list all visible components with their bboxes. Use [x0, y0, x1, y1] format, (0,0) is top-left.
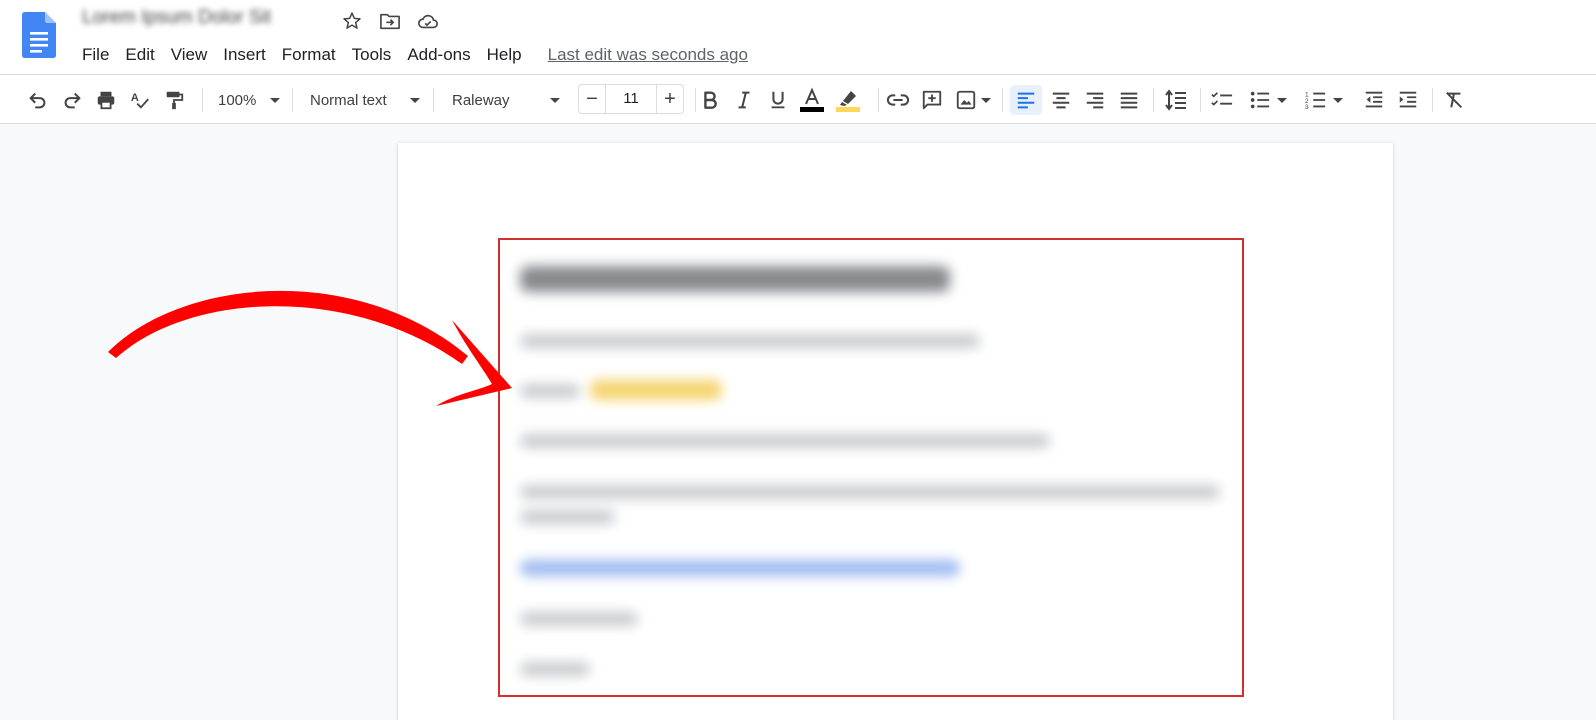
zoom-dropdown[interactable]: 100% [214, 87, 284, 113]
numbered-list-icon[interactable]: 123 [1300, 87, 1348, 113]
toolbar-divider [202, 88, 203, 112]
annotation-box [498, 238, 1244, 697]
spellcheck-icon[interactable]: A [126, 87, 154, 113]
italic-icon[interactable] [730, 87, 758, 113]
menu-insert[interactable]: Insert [215, 43, 274, 67]
cloud-saved-icon[interactable] [416, 9, 440, 33]
decrease-font-size-button[interactable]: − [578, 84, 606, 114]
svg-text:A: A [131, 92, 139, 104]
toolbar-divider [1002, 88, 1003, 112]
style-value: Normal text [310, 91, 387, 109]
redo-icon[interactable] [58, 87, 86, 113]
align-left-icon[interactable] [1010, 85, 1042, 115]
font-value: Raleway [452, 91, 510, 109]
increase-indent-icon[interactable] [1394, 87, 1422, 113]
menu-format[interactable]: Format [274, 43, 344, 67]
chevron-down-icon [1277, 97, 1287, 103]
undo-icon[interactable] [24, 87, 52, 113]
menu-bar: File Edit View Insert Format Tools Add-o… [74, 42, 748, 68]
print-icon[interactable] [92, 87, 120, 113]
move-folder-icon[interactable] [378, 9, 402, 33]
align-right-icon[interactable] [1081, 87, 1109, 113]
menu-help[interactable]: Help [479, 43, 530, 67]
underline-icon[interactable] [764, 87, 792, 113]
bold-icon[interactable] [696, 87, 724, 113]
title-bar: Lorem Ipsum Dolor Sit File Edit View Ins… [0, 0, 1596, 74]
menu-tools[interactable]: Tools [344, 43, 400, 67]
font-size-input[interactable]: 11 [606, 84, 656, 114]
bulleted-list-icon[interactable] [1244, 87, 1292, 113]
document-title[interactable]: Lorem Ipsum Dolor Sit [82, 7, 271, 29]
text-color-icon[interactable] [798, 87, 826, 113]
menu-file[interactable]: File [74, 43, 117, 67]
toolbar-divider [1153, 88, 1154, 112]
zoom-value: 100% [218, 91, 257, 109]
docs-logo-icon[interactable] [22, 12, 56, 58]
last-edit-link[interactable]: Last edit was seconds ago [548, 45, 748, 65]
menu-edit[interactable]: Edit [117, 43, 162, 67]
insert-image-icon[interactable] [952, 87, 994, 113]
star-icon[interactable] [340, 9, 364, 33]
svg-text:3: 3 [1305, 104, 1309, 111]
clear-formatting-icon[interactable] [1440, 87, 1468, 113]
checklist-icon[interactable] [1208, 87, 1236, 113]
font-dropdown[interactable]: Raleway [448, 87, 564, 113]
font-size-stepper: − 11 + [578, 84, 684, 114]
menu-view[interactable]: View [163, 43, 216, 67]
chevron-down-icon [1333, 97, 1343, 103]
toolbar-divider [1200, 88, 1201, 112]
increase-font-size-button[interactable]: + [656, 84, 684, 114]
toolbar-divider [433, 88, 434, 112]
add-comment-icon[interactable] [918, 87, 946, 113]
align-center-icon[interactable] [1047, 87, 1075, 113]
insert-link-icon[interactable] [884, 87, 912, 113]
toolbar: A 100% Normal text Raleway − 11 + 1 2 3 [0, 74, 1596, 124]
style-dropdown[interactable]: Normal text [306, 87, 424, 113]
annotation-arrow-icon [108, 290, 512, 406]
decrease-indent-icon[interactable] [1360, 87, 1388, 113]
toolbar-divider [878, 88, 879, 112]
chevron-down-icon [410, 97, 420, 103]
highlight-color-icon[interactable] [834, 87, 862, 113]
toolbar-divider [1432, 88, 1433, 112]
chevron-down-icon [270, 97, 280, 103]
chevron-down-icon [550, 97, 560, 103]
line-spacing-icon[interactable] [1162, 87, 1190, 113]
toolbar-divider [292, 88, 293, 112]
menu-addons[interactable]: Add-ons [399, 43, 478, 67]
chevron-down-icon [981, 97, 991, 103]
align-justify-icon[interactable] [1115, 87, 1143, 113]
paint-format-icon[interactable] [160, 87, 188, 113]
